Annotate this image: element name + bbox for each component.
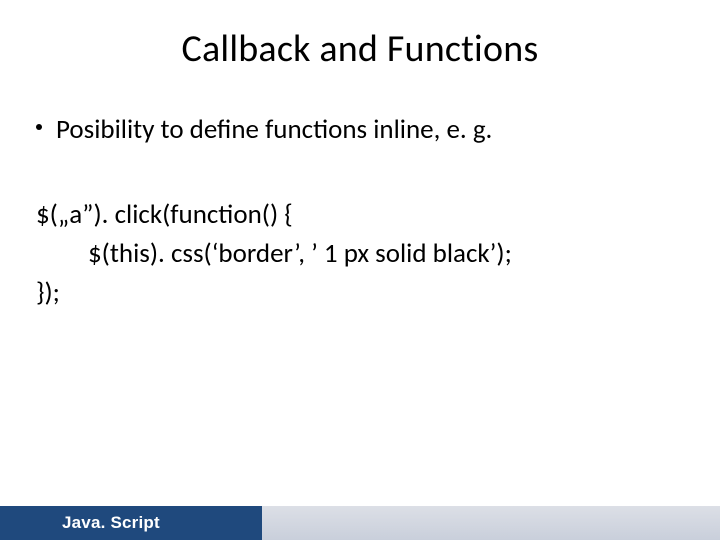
footer-bar: Java. Script: [0, 506, 720, 540]
code-line-1: $(„a”). click(function() {: [36, 195, 684, 234]
code-block: $(„a”). click(function() { $(this). css(…: [36, 195, 684, 312]
footer-label: Java. Script: [62, 513, 160, 533]
slide: Callback and Functions Posibility to def…: [0, 0, 720, 540]
code-line-3: });: [36, 273, 684, 312]
footer-left: Java. Script: [0, 506, 262, 540]
slide-title: Callback and Functions: [36, 26, 684, 72]
bullet-icon: [36, 124, 42, 130]
bullet-item: Posibility to define functions inline, e…: [36, 110, 684, 149]
footer-right: [262, 506, 720, 540]
bullet-text: Posibility to define functions inline, e…: [56, 110, 492, 149]
slide-content: Posibility to define functions inline, e…: [36, 110, 684, 313]
code-line-2: $(this). css(‘border’, ’ 1 px solid blac…: [36, 234, 684, 273]
